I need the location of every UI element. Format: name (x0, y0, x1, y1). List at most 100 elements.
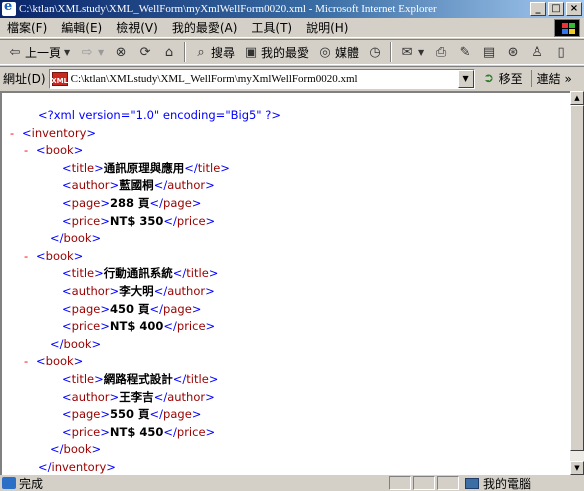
xml-file-icon: XML (51, 71, 68, 86)
favorites-folder-icon: ▣ (244, 44, 258, 60)
book-title: 網路程式設計 (103, 371, 173, 386)
author-tag: author (71, 283, 110, 298)
restore-button[interactable]: □ (548, 2, 564, 16)
address-dropdown-button[interactable]: ▼ (457, 69, 474, 88)
address-value: C:\ktlan\XMLstudy\XML_WellForm\myXmlWell… (70, 72, 358, 85)
menu-file[interactable]: 檔案(F) (0, 19, 54, 36)
book-price-line: <price>NT$ 400</price> (62, 319, 216, 334)
book-price: NT$ 450 (109, 424, 164, 439)
window-controls: _ □ × (530, 2, 582, 16)
mail-icon: ✉ (401, 44, 413, 60)
scroll-up-button[interactable]: ▲ (570, 91, 584, 105)
toolbar: ⇦ 上一頁 ▼ ⇨ ▼ ⊗ ⟳ ⌂ ⌕ 搜尋 ▣ 我的最愛 ◎ 媒體 ◷ ✉ ▼ … (0, 39, 584, 65)
book-price: NT$ 400 (109, 319, 164, 334)
home-button[interactable]: ⌂ (158, 41, 180, 63)
book-title-line: <title>網路程式設計</title> (62, 371, 219, 386)
book-author: 王李吉 (119, 389, 154, 404)
book-open: - <book> (2, 248, 570, 266)
xml-document-view: <?xml version="1.0" encoding="Big5" ?> -… (0, 91, 570, 475)
scroll-thumb[interactable] (570, 105, 584, 451)
chevron-down-icon: ▼ (63, 47, 71, 57)
discuss-icon: ▤ (482, 44, 496, 60)
history-button[interactable]: ◷ (364, 41, 386, 63)
book-author-line: <author>藍國桐</author> (62, 178, 215, 193)
chevron-down-icon: ▼ (417, 47, 425, 57)
search-button[interactable]: ⌕ 搜尋 (190, 41, 238, 63)
author-close-tag: author (167, 283, 206, 298)
search-label: 搜尋 (211, 45, 236, 60)
home-icon: ⌂ (164, 44, 174, 60)
favorites-label: 我的最愛 (261, 45, 310, 60)
close-button[interactable]: × (566, 2, 582, 16)
book-author-line: <author>王李吉</author> (62, 389, 215, 404)
address-input[interactable]: XML C:\ktlan\XMLstudy\XML_WellForm\myXml… (48, 68, 475, 89)
menu-favorites[interactable]: 我的最愛(A) (165, 19, 245, 36)
menu-edit[interactable]: 編輯(E) (54, 19, 109, 36)
forward-button[interactable]: ⇨ ▼ (76, 41, 108, 63)
book-tag: book (45, 143, 74, 158)
collapse-toggle[interactable]: - (24, 142, 36, 160)
scroll-down-button[interactable]: ▼ (570, 461, 584, 475)
window-title: C:\ktlan\XMLstudy\XML_WellForm\myXmlWell… (19, 3, 437, 15)
windows-logo-icon (554, 19, 580, 37)
title-bar: C:\ktlan\XMLstudy\XML_WellForm\myXmlWell… (0, 0, 584, 18)
collapse-toggle[interactable]: - (24, 353, 36, 371)
book-list: - <book> <title>通訊原理與應用</title> <author>藍國桐… (2, 142, 570, 459)
minimize-button[interactable]: _ (530, 2, 546, 16)
toolbar-separator (184, 42, 187, 62)
collapse-toggle[interactable]: - (10, 125, 22, 143)
menu-view[interactable]: 檢視(V) (109, 19, 165, 36)
messenger-button[interactable]: ♙ (526, 41, 548, 63)
title-tag: title (71, 266, 95, 281)
refresh-button[interactable]: ⟳ (134, 41, 156, 63)
author-close-tag: author (167, 389, 206, 404)
author-tag: author (71, 389, 110, 404)
book-price-line: <price>NT$ 450</price> (62, 424, 216, 439)
edit-button[interactable]: ✎ (454, 41, 476, 63)
back-button[interactable]: ⇦ 上一頁 ▼ (4, 41, 74, 63)
page-tag: page (71, 407, 101, 422)
status-text: 完成 (19, 476, 44, 491)
links-button[interactable]: 連結 » (530, 70, 572, 87)
messenger-icon: ♙ (531, 44, 543, 60)
extra-button[interactable]: ▯ (550, 41, 572, 63)
title-close-tag: title (186, 266, 209, 281)
xml-declaration: <?xml version="1.0" encoding="Big5" ?> (2, 107, 570, 125)
book-title: 行動通訊系統 (103, 266, 173, 281)
research-button[interactable]: ⊛ (502, 41, 524, 63)
book-close-tag: book (63, 442, 92, 457)
chevron-down-icon: ▼ (97, 47, 105, 57)
print-icon: ⎙ (435, 44, 447, 60)
book-page: 550 頁 (110, 407, 150, 422)
price-close-tag: price (176, 213, 206, 228)
vertical-scrollbar[interactable]: ▲ ▼ (570, 91, 584, 475)
page-tag: page (71, 301, 101, 316)
history-icon: ◷ (369, 44, 381, 60)
menu-tools[interactable]: 工具(T) (244, 19, 299, 36)
xml-root-open: - <inventory> (2, 125, 570, 143)
root-tag: inventory (31, 125, 87, 140)
book-price: NT$ 350 (109, 213, 164, 228)
ie-icon[interactable] (2, 0, 16, 16)
go-button[interactable]: ➲ 移至 (481, 70, 522, 87)
menu-help[interactable]: 說明(H) (299, 19, 355, 36)
page-close-tag: page (163, 301, 192, 316)
book-title-line: <title>通訊原理與應用</title> (62, 160, 230, 175)
price-close-tag: price (176, 424, 206, 439)
book-close-tag: book (63, 231, 92, 246)
book-close: </book> (50, 442, 102, 457)
media-button[interactable]: ◎ 媒體 (314, 41, 362, 63)
status-pane (413, 476, 435, 490)
favorites-button[interactable]: ▣ 我的最愛 (240, 41, 312, 63)
search-icon: ⌕ (197, 44, 205, 60)
mail-button[interactable]: ✉ ▼ (396, 41, 428, 63)
page-close-tag: page (163, 195, 192, 210)
collapse-toggle[interactable]: - (24, 248, 36, 266)
book-close-tag: book (63, 336, 92, 351)
book-close: </book> (50, 231, 102, 246)
stop-button[interactable]: ⊗ (110, 41, 132, 63)
price-close-tag: price (176, 319, 206, 334)
extra-icon: ▯ (557, 44, 565, 60)
print-button[interactable]: ⎙ (430, 41, 452, 63)
discuss-button[interactable]: ▤ (478, 41, 500, 63)
